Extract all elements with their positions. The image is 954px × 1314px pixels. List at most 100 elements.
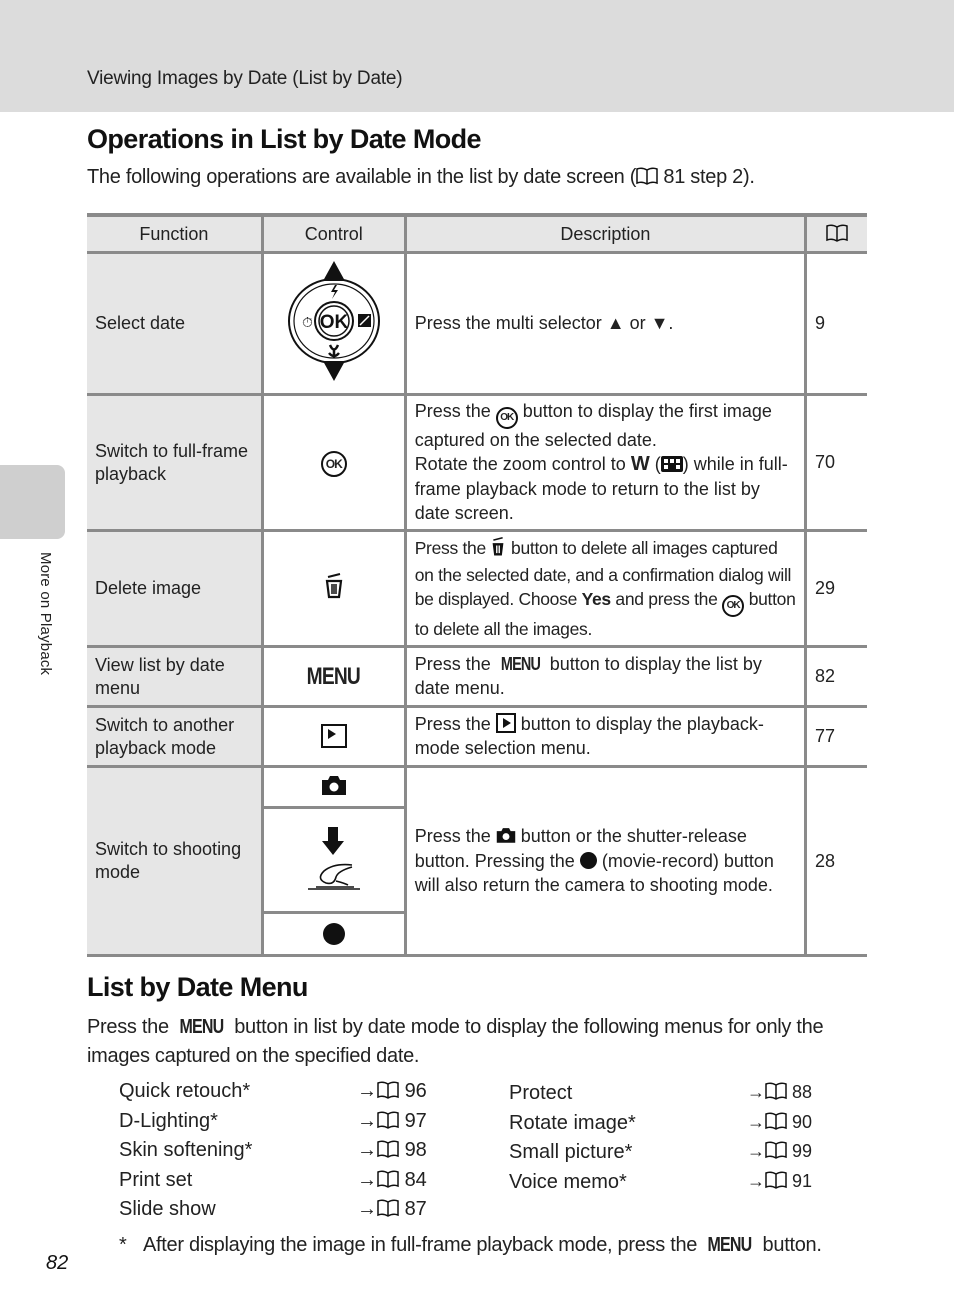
control-cell: MENU	[260, 645, 407, 708]
shooting-camera-icon	[321, 774, 347, 801]
menu-item-label: Slide show	[119, 1198, 216, 1220]
book-icon	[377, 1199, 399, 1217]
section2-intro: Press the MENU button in list by date mo…	[87, 1013, 877, 1071]
menu-item-label: Quick retouch*	[119, 1080, 251, 1102]
arrow-icon: →	[357, 1168, 377, 1191]
footnote-text: button.	[762, 1234, 822, 1256]
page-number-ref: 84	[404, 1168, 427, 1191]
movie-record-icon	[322, 923, 345, 945]
function-cell: Switch to full-frame playback	[87, 393, 264, 532]
page-ref-cell[interactable]: 82	[804, 645, 867, 708]
book-icon	[377, 1169, 399, 1188]
menu-item-label: Voice memo*	[509, 1170, 627, 1193]
page-number-ref: 97	[404, 1109, 427, 1132]
description-cell: Press the button to delete all images ca…	[403, 529, 808, 648]
section-title-operations: Operations in List by Date Mode	[87, 124, 482, 154]
desc-text: Rotate the zoom control to	[414, 453, 626, 474]
arrow-icon: →	[357, 1198, 377, 1220]
table-row: Switch to full-frame playback OK Press t…	[87, 393, 867, 532]
page-number-ref: 96	[404, 1080, 427, 1102]
book-icon	[826, 223, 848, 242]
arrow-icon: →	[747, 1111, 765, 1132]
menu-item-label: Rotate image*	[509, 1111, 636, 1134]
menu-button-icon: MENU	[707, 1234, 753, 1256]
page-reference[interactable]: → 90	[747, 1112, 812, 1133]
page-reference[interactable]: → 84	[357, 1169, 427, 1192]
page-ref-cell[interactable]: 29	[804, 529, 867, 648]
page-reference[interactable]: → 99	[747, 1141, 812, 1162]
page-reference[interactable]: → 98	[357, 1139, 427, 1162]
page-number-ref: 98	[404, 1139, 427, 1161]
page-number-ref: 87	[404, 1198, 427, 1220]
menu-list-item[interactable]: Small picture* → 99	[509, 1141, 839, 1171]
movie-record-icon-cell	[264, 914, 404, 954]
table-row: Switch to shooting mode Press the button…	[87, 765, 867, 957]
playback-button-icon	[320, 723, 347, 748]
page-reference[interactable]: → 88	[747, 1082, 812, 1103]
intro-page-ref[interactable]: 81 step 2	[663, 166, 743, 188]
menu-list-item[interactable]: Rotate image* → 90	[509, 1112, 839, 1142]
menu-item-label: Small picture*	[509, 1141, 633, 1163]
zoom-w-label: W	[630, 452, 650, 475]
header-description: Description	[403, 213, 808, 254]
book-icon	[765, 1141, 787, 1159]
page-number: 82	[46, 1252, 69, 1274]
arrow-icon: →	[357, 1109, 377, 1132]
breadcrumb: Viewing Images by Date (List by Date)	[87, 68, 403, 89]
header-control: Control	[260, 213, 407, 254]
menu-list-right: Protect → 88 Rotate image* → 90 Small pict…	[509, 1082, 839, 1200]
page-reference[interactable]: → 97	[357, 1110, 427, 1133]
menu-button-icon: MENU	[500, 654, 541, 674]
menu-list-item[interactable]: Protect → 88	[509, 1082, 839, 1112]
menu-list-item[interactable]: D-Lighting* → 97	[119, 1110, 449, 1140]
book-icon	[765, 1170, 787, 1189]
svg-text:⏱: ⏱	[302, 315, 313, 331]
menu-list-item[interactable]: Skin softening* → 98	[119, 1139, 449, 1169]
function-cell: Switch to another playback mode	[87, 705, 264, 768]
control-cell	[260, 765, 407, 957]
book-icon	[377, 1110, 399, 1129]
side-tab[interactable]	[0, 465, 65, 539]
desc-text: Press the	[414, 538, 487, 558]
table-row: Switch to another playback mode Press th…	[87, 705, 867, 768]
page-ref-cell[interactable]: 28	[804, 765, 867, 957]
table-row: Delete image Press the button to delete …	[87, 529, 867, 648]
svg-text:OK: OK	[319, 312, 348, 333]
function-cell: Switch to shooting mode	[87, 765, 264, 957]
intro-text-end: ).	[742, 166, 755, 188]
book-icon	[377, 1140, 399, 1158]
menu-list-item[interactable]: Print set → 84	[119, 1169, 449, 1199]
shutter-release-press-icon	[304, 823, 364, 898]
description-cell: Press the button to display the playback…	[403, 705, 808, 768]
page-reference[interactable]: → 96	[357, 1080, 427, 1103]
header-band: Viewing Images by Date (List by Date)	[0, 0, 954, 112]
page-number-ref: 99	[792, 1141, 813, 1161]
header-function: Function	[87, 213, 264, 254]
menu-item-label: Protect	[509, 1082, 573, 1104]
playback-button-icon	[495, 713, 516, 733]
table-row: Select date OK ⏱ Press the multi selecto…	[87, 251, 867, 396]
page-ref-cell[interactable]: 77	[804, 705, 867, 768]
page-ref-cell[interactable]: 70	[804, 393, 867, 532]
page-number-ref: 91	[792, 1170, 813, 1191]
delete-trash-icon	[490, 537, 506, 563]
description-cell: Press the OK button to display the first…	[403, 393, 808, 532]
desc-text: Press the	[414, 401, 491, 421]
menu-list-item[interactable]: Voice memo* → 91	[509, 1171, 839, 1201]
page-reference[interactable]: → 87	[357, 1198, 427, 1221]
function-cell: Delete image	[87, 529, 264, 648]
ok-button-icon: OK	[320, 450, 347, 477]
arrow-icon: →	[747, 1082, 765, 1102]
table-row: View list by date menu MENU Press the ME…	[87, 645, 867, 708]
menu-item-label: D-Lighting*	[119, 1109, 218, 1132]
page-reference[interactable]: → 91	[747, 1171, 812, 1192]
menu-list-item[interactable]: Slide show → 87	[119, 1198, 449, 1228]
control-cell: OK ⏱	[260, 251, 407, 396]
header-page	[804, 213, 867, 254]
menu-list-item[interactable]: Quick retouch* → 96	[119, 1080, 449, 1110]
shooting-camera-icon	[496, 826, 516, 851]
page-ref-cell[interactable]: 9	[804, 251, 867, 396]
control-cell	[260, 529, 407, 648]
description-cell: Press the button or the shutter-release …	[403, 765, 808, 957]
function-cell: Select date	[87, 251, 264, 396]
